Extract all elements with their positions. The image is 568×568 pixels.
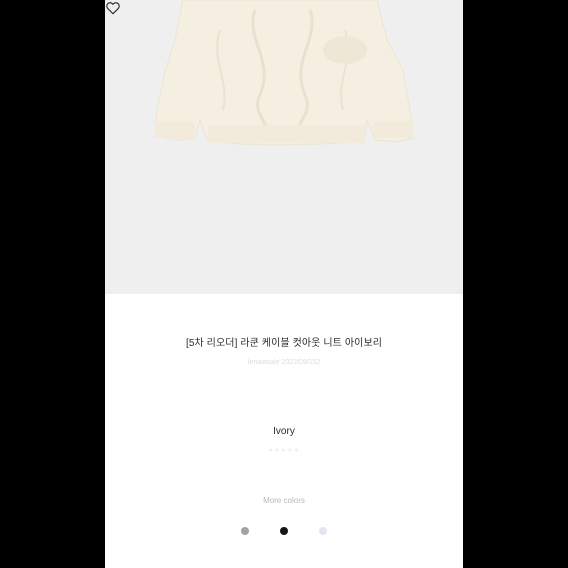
more-colors-link[interactable]: More colors — [105, 496, 463, 505]
product-card[interactable]: [5차 리오더] 라쿤 케이블 컷아웃 니트 아이보리 Ienaiasale 2… — [105, 0, 463, 568]
rating-stars: ★★★★★ — [268, 448, 300, 454]
color-swatch-black[interactable] — [280, 527, 288, 535]
product-title[interactable]: [5차 리오더] 라쿤 케이블 컷아웃 니트 아이보리 — [105, 334, 463, 349]
product-code: Ienaiasale 2022/09/152 — [247, 359, 321, 366]
sweater-illustration — [154, 0, 414, 146]
color-name: Ivory — [273, 426, 295, 437]
product-image[interactable] — [105, 0, 463, 294]
screen-frame: [5차 리오더] 라쿤 케이블 컷아웃 니트 아이보리 Ienaiasale 2… — [0, 0, 568, 568]
heart-outline-icon[interactable] — [105, 0, 121, 16]
color-swatch-grey[interactable] — [241, 527, 249, 535]
color-swatch-light-grey[interactable] — [319, 527, 327, 535]
product-info: [5차 리오더] 라쿤 케이블 컷아웃 니트 아이보리 Ienaiasale 2… — [105, 294, 463, 568]
